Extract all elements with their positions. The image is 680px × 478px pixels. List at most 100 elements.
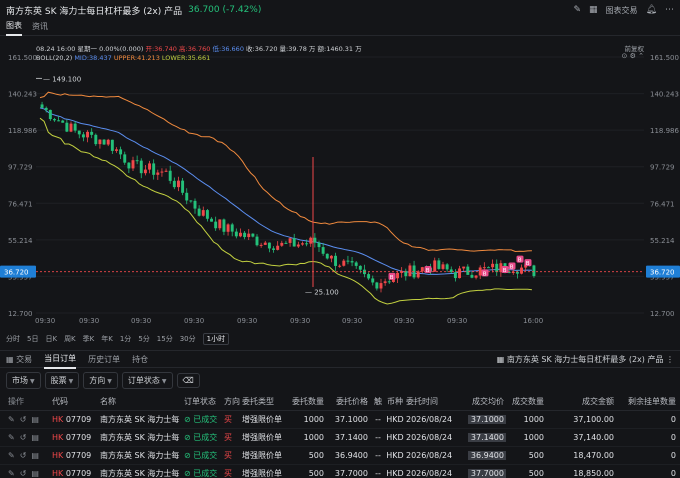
cell-trigger: --	[375, 433, 381, 442]
candle-body	[280, 242, 284, 246]
boll-label: BOLL(20,2)	[36, 54, 73, 62]
period-item[interactable]: 5日	[27, 334, 38, 344]
tab-news[interactable]: 资讯	[32, 21, 48, 35]
cell-time: 2026/08/24	[406, 451, 453, 460]
modify-icon[interactable]: ✎	[8, 469, 15, 478]
filter-status[interactable]: 订单状态 ▼	[121, 371, 173, 389]
table-row[interactable]: ✎ ↺ ▤ HK 07709 南方东英 SK 海力士每 ⊘ 已成交买 增强限价单 500 37.…	[0, 465, 680, 478]
y-tick-label: 55.214	[8, 237, 33, 245]
candle-body	[420, 267, 424, 272]
cell-type: 增强限价单	[242, 433, 282, 442]
candle-body	[210, 218, 213, 222]
filter-market[interactable]: 市场 ▼	[6, 371, 41, 389]
period-bar: 分时 5日 日K 周K 季K 年K 1分 5分 15分 30分 1小时	[0, 332, 680, 346]
candle-body	[466, 266, 470, 275]
info-change: 0.00%(0.000)	[99, 45, 144, 53]
filter-stock[interactable]: 股票 ▼	[44, 371, 80, 389]
candle-body	[437, 260, 441, 269]
trade-marker-label: B	[390, 275, 394, 281]
tab-chart[interactable]: 图表	[6, 20, 22, 36]
candle-body	[346, 260, 350, 262]
candle-body	[408, 265, 412, 277]
candle-body	[90, 131, 94, 135]
candle-body	[367, 274, 371, 279]
period-item[interactable]: 季K	[83, 334, 95, 344]
table-row[interactable]: ✎ ↺ ▤ HK 07709 南方东英 SK 海力士每 ⊘ 已成交买 增强限价单 1000 37…	[0, 429, 680, 447]
cancel-icon[interactable]: ↺	[20, 433, 27, 442]
cell-direction: 买	[224, 469, 232, 478]
chart-trade-button[interactable]: 图表交易	[606, 5, 638, 16]
clear-filter-icon[interactable]: ⌫	[176, 372, 200, 388]
low-price-label: — 25.100	[305, 289, 339, 297]
candle-body	[143, 169, 147, 174]
info-low: 低:36.660	[212, 45, 244, 53]
cell-trigger: --	[375, 451, 381, 460]
cancel-icon[interactable]: ↺	[20, 415, 27, 424]
col-header: 委托类型	[242, 397, 274, 406]
col-header: 成交数量	[512, 397, 544, 406]
grid-icon[interactable]: ▦	[589, 5, 598, 15]
candle-body	[156, 172, 160, 175]
candle-body	[296, 244, 300, 247]
cancel-icon[interactable]: ↺	[20, 451, 27, 460]
tab-history-orders[interactable]: 历史订单	[88, 351, 120, 368]
period-item[interactable]: 5分	[138, 334, 149, 344]
cell-avg-price: 37.1000	[468, 415, 506, 424]
candlestick-chart[interactable]: 161.500 161.500 140.243 140.243 118.986 118.9…	[0, 37, 680, 327]
cell-direction: 买	[224, 451, 232, 460]
table-row[interactable]: ✎ ↺ ▤ HK 07709 南方东英 SK 海力士每 ⊘ 已成交买 增强限价单 500 36.…	[0, 447, 680, 465]
cell-name: 南方东英 SK 海力士每	[100, 433, 180, 442]
tab-positions[interactable]: 持仓	[132, 351, 148, 368]
y-tick-label: 140.243	[650, 91, 679, 99]
period-item[interactable]: 年K	[101, 334, 113, 344]
candle-body	[177, 180, 180, 188]
period-item[interactable]: 30分	[180, 334, 196, 344]
trade-security[interactable]: ▦ 南方东英 SK 海力士每日杠杆最多 (2x) 产品 ⋮	[497, 354, 674, 365]
candle-body	[532, 265, 536, 277]
period-item-selected[interactable]: 1小时	[202, 333, 230, 345]
candle-body	[301, 243, 304, 245]
price-chart[interactable]: 161.500 161.500 140.243 140.243 118.986 118.9…	[0, 37, 680, 327]
row-actions: ✎ ↺ ▤	[0, 415, 52, 424]
tab-trade[interactable]: ▦ 交易	[6, 351, 32, 368]
cell-code: HK 07709	[52, 451, 92, 460]
cell-qty: 1000	[303, 433, 324, 442]
cell-qty: 1000	[303, 415, 324, 424]
more-icon[interactable]: ⋯	[665, 5, 674, 15]
tab-today-orders[interactable]: 当日订单	[44, 350, 77, 369]
x-tick-label: 09:30	[290, 317, 310, 325]
period-item[interactable]: 周K	[64, 334, 76, 344]
detail-icon[interactable]: ▤	[31, 451, 39, 460]
current-price-label: 36.720	[4, 269, 29, 277]
candle-body	[218, 219, 222, 229]
chart-settings-icon[interactable]: ⊙ ⚙ ⌃	[622, 52, 644, 60]
detail-icon[interactable]: ▤	[31, 415, 39, 424]
period-item[interactable]: 1分	[120, 334, 131, 344]
cancel-icon[interactable]: ↺	[20, 469, 27, 478]
x-tick-label: 09:30	[394, 317, 414, 325]
filter-direction[interactable]: 方向 ▼	[83, 371, 118, 389]
bell-icon[interactable]: 🔔︎	[646, 5, 657, 15]
candle-body	[239, 232, 242, 237]
table-row[interactable]: ✎ ↺ ▤ HK 07709 南方东英 SK 海力士每 ⊘ 已成交买 增强限价单 1000 37…	[0, 411, 680, 429]
period-item[interactable]: 分时	[6, 334, 20, 344]
candle-body	[305, 243, 309, 245]
candle-body	[354, 262, 358, 266]
detail-icon[interactable]: ▤	[31, 469, 39, 478]
modify-icon[interactable]: ✎	[8, 451, 15, 460]
cell-status: ⊘ 已成交	[184, 451, 218, 460]
detail-icon[interactable]: ▤	[31, 433, 39, 442]
candle-body	[164, 170, 168, 172]
x-tick-label: 09:30	[131, 317, 151, 325]
candle-body	[69, 123, 73, 132]
modify-icon[interactable]: ✎	[8, 415, 15, 424]
edit-icon[interactable]: ✎	[574, 5, 582, 15]
candle-body	[379, 283, 383, 289]
period-item[interactable]: 15分	[157, 334, 173, 344]
modify-icon[interactable]: ✎	[8, 433, 15, 442]
candle-body	[94, 134, 98, 145]
cell-filled-qty: 500	[528, 469, 544, 478]
candle-body	[172, 180, 176, 188]
period-item[interactable]: 日K	[45, 334, 57, 344]
candle-body	[462, 266, 466, 269]
